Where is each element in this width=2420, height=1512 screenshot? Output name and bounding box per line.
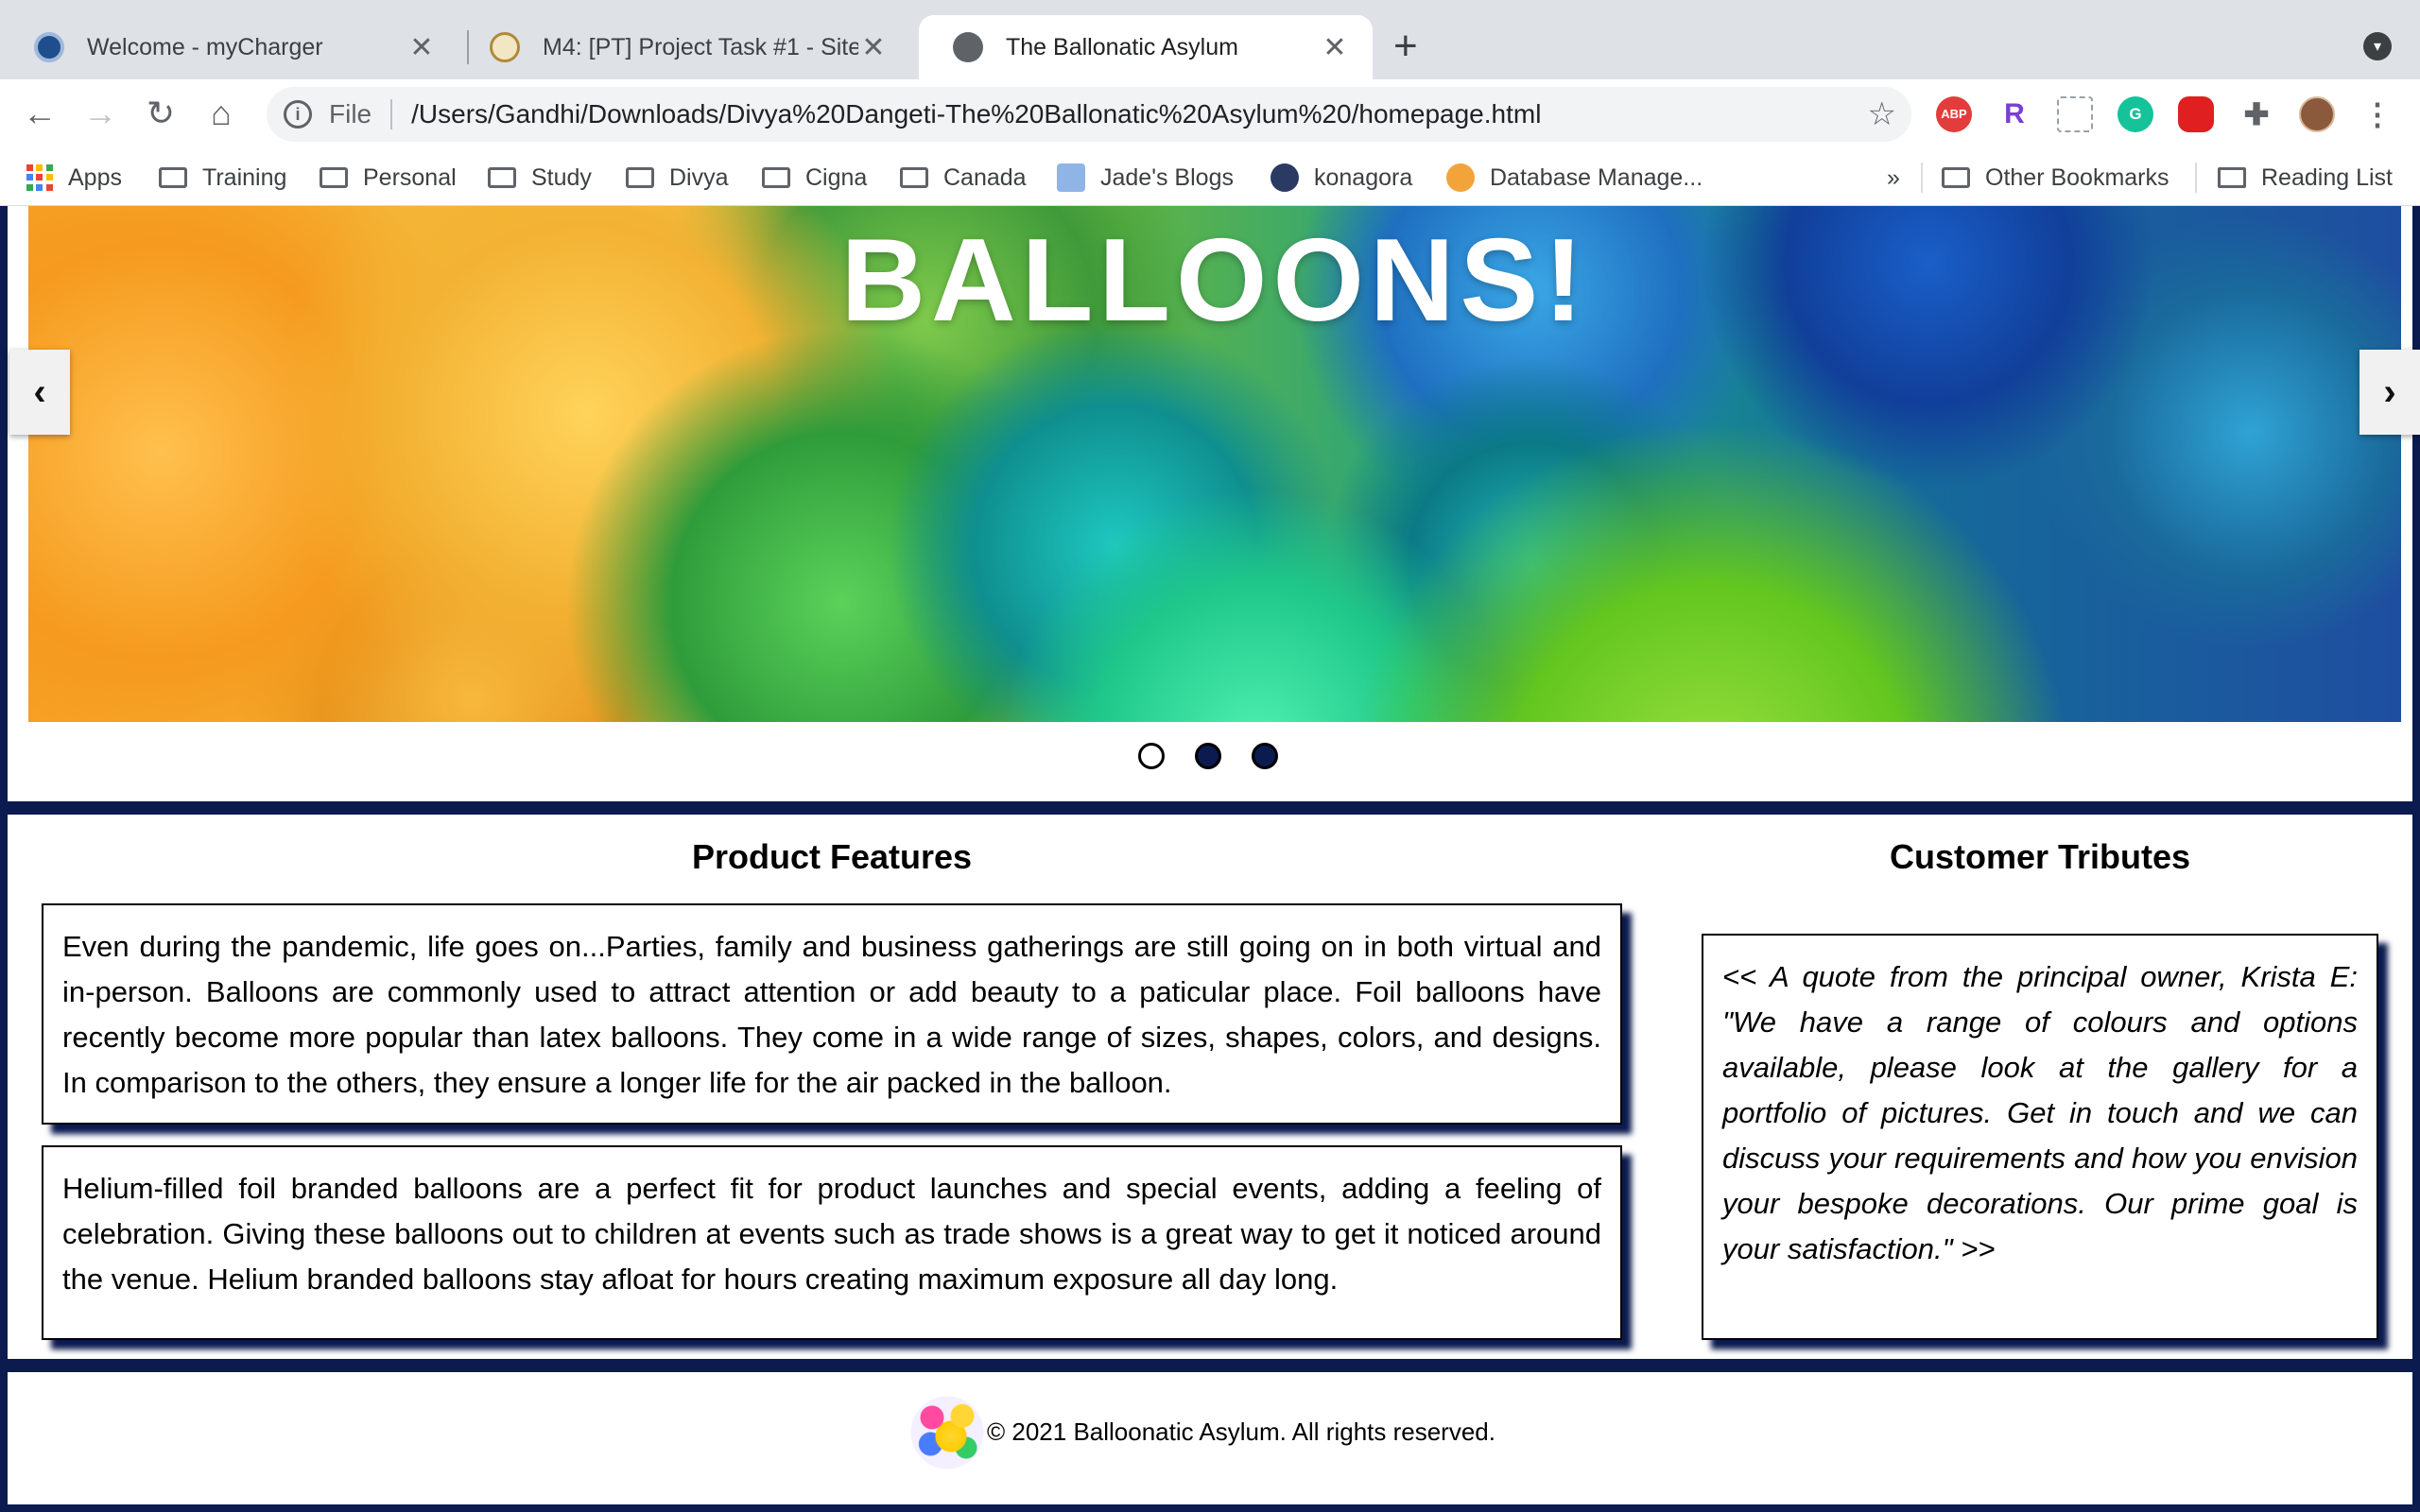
- address-bar[interactable]: i File /Users/Gandhi/Downloads/Divya%20D…: [267, 87, 1911, 142]
- carousel-dot-3[interactable]: [1252, 743, 1278, 769]
- footer-divider: [0, 1359, 2420, 1372]
- bookmark-label: Divya: [669, 163, 729, 191]
- customer-tributes-heading: Customer Tributes: [1889, 837, 2191, 876]
- bookmark-star-icon[interactable]: ☆: [1868, 96, 1896, 132]
- bookmark-label: Canada: [943, 163, 1027, 191]
- folder-icon: [320, 167, 348, 188]
- tab-ballonatic-asylum[interactable]: The Ballonatic Asylum ✕: [919, 15, 1373, 79]
- tab-title: Welcome - myCharger: [87, 33, 323, 60]
- bookmark-jades-blogs[interactable]: Jade's Blogs: [1057, 159, 1234, 197]
- bookmark-konagora[interactable]: konagora: [1270, 159, 1412, 197]
- bookmark-label: Database Manage...: [1490, 163, 1703, 191]
- bookmark-label: Personal: [363, 163, 457, 191]
- bookmark-label: Training: [202, 163, 287, 191]
- carousel-next-button[interactable]: ›: [2360, 350, 2420, 435]
- bookmark-label: Study: [531, 163, 592, 191]
- balloonatic-logo: [909, 1395, 985, 1470]
- bookmarks-divider: [2195, 163, 2197, 193]
- tab-mycharger[interactable]: Welcome - myCharger ✕: [0, 15, 459, 79]
- mycharger-icon: [34, 32, 64, 62]
- bookmark-database-manage[interactable]: Database Manage...: [1446, 159, 1703, 197]
- bookmark-label: Apps: [68, 163, 122, 191]
- carousel-prev-button[interactable]: ‹: [9, 350, 70, 435]
- browser-toolbar: ← → ↻ ⌂ i File /Users/Gandhi/Downloads/D…: [0, 79, 2420, 149]
- reading-list[interactable]: Reading List: [2218, 159, 2393, 197]
- other-bookmarks[interactable]: Other Bookmarks: [1942, 159, 2169, 197]
- close-tab-icon[interactable]: ✕: [1320, 31, 1350, 64]
- bookmark-apps[interactable]: Apps: [26, 159, 122, 197]
- page-border-left: [0, 206, 8, 1512]
- feature-paragraph: Helium-filled foil branded balloons are …: [62, 1172, 1601, 1296]
- browser-menu-icon[interactable]: ⋮: [2360, 96, 2395, 132]
- back-icon[interactable]: ←: [19, 93, 60, 134]
- bookmark-canada[interactable]: Canada: [900, 159, 1027, 197]
- tribute-quote: << A quote from the principal owner, Kri…: [1722, 960, 2358, 1265]
- forward-icon[interactable]: →: [79, 93, 121, 134]
- screenshot-extension-icon[interactable]: [2057, 96, 2093, 132]
- bookmarks-bar: Apps Training Personal Study Divya Cigna…: [0, 149, 2420, 206]
- globe-icon: [953, 32, 983, 62]
- extensions-puzzle-icon[interactable]: ✚: [2238, 96, 2274, 132]
- reading-list-icon: [2218, 167, 2246, 188]
- reload-icon[interactable]: ↻: [140, 93, 182, 134]
- carousel-dot-2[interactable]: [1195, 743, 1221, 769]
- close-tab-icon[interactable]: ✕: [406, 31, 437, 64]
- tab-strip: Welcome - myCharger ✕ M4: [PT] Project T…: [0, 0, 2420, 79]
- page-border-bottom: [0, 1504, 2420, 1512]
- bookmark-label: Jade's Blogs: [1100, 163, 1234, 191]
- section-divider: [0, 801, 2420, 815]
- tab-title: The Ballonatic Asylum: [1006, 33, 1238, 60]
- bookmark-label: Cigna: [805, 163, 868, 191]
- carousel-indicators: [1138, 743, 1278, 769]
- stop-icon[interactable]: [2178, 96, 2214, 132]
- konagora-icon: [1270, 163, 1299, 192]
- close-tab-icon[interactable]: ✕: [858, 31, 889, 64]
- blog-icon: [1057, 163, 1085, 192]
- feature-card: Even during the pandemic, life goes on..…: [42, 903, 1622, 1125]
- bookmark-divya[interactable]: Divya: [626, 159, 729, 197]
- bookmark-cigna[interactable]: Cigna: [762, 159, 867, 197]
- site-info-icon[interactable]: i: [284, 100, 312, 129]
- folder-icon: [1942, 167, 1970, 188]
- apps-icon: [26, 164, 53, 191]
- folder-icon: [488, 167, 516, 188]
- address-divider: [390, 99, 393, 129]
- folder-icon: [159, 167, 187, 188]
- folder-icon: [626, 167, 654, 188]
- hero-title: BALLOONS!: [840, 215, 1589, 346]
- home-icon[interactable]: ⌂: [200, 93, 242, 134]
- new-tab-icon[interactable]: +: [1393, 25, 1418, 68]
- tab-search-icon[interactable]: ▾: [2363, 32, 2392, 60]
- url-text[interactable]: /Users/Gandhi/Downloads/Divya%20Dangeti-…: [411, 99, 1541, 129]
- course-icon: [490, 32, 520, 62]
- scheme-label: File: [329, 99, 372, 129]
- readwise-icon[interactable]: R: [1996, 96, 2032, 132]
- tab-project-task[interactable]: M4: [PT] Project Task #1 - Site ✕: [471, 15, 911, 79]
- bookmark-label: konagora: [1314, 163, 1413, 191]
- bookmark-training[interactable]: Training: [159, 159, 286, 197]
- feature-paragraph: Even during the pandemic, life goes on..…: [62, 930, 1601, 1099]
- tab-title: M4: [PT] Project Task #1 - Site: [543, 33, 858, 60]
- bookmarks-overflow-chevron[interactable]: »: [1887, 159, 1900, 197]
- carousel-dot-1[interactable]: [1138, 743, 1165, 769]
- hero-carousel-slide: BALLOONS!: [28, 206, 2401, 722]
- profile-avatar[interactable]: [2299, 96, 2335, 132]
- grammarly-icon[interactable]: G: [2118, 96, 2153, 132]
- folder-icon: [762, 167, 790, 188]
- database-icon: [1446, 163, 1475, 192]
- tab-divider: [467, 30, 469, 64]
- bookmark-study[interactable]: Study: [488, 159, 592, 197]
- bookmarks-divider: [1921, 163, 1923, 193]
- tribute-card: << A quote from the principal owner, Kri…: [1702, 934, 2378, 1340]
- bookmark-label: Reading List: [2261, 163, 2393, 191]
- feature-card: Helium-filled foil branded balloons are …: [42, 1145, 1622, 1340]
- bookmark-personal[interactable]: Personal: [320, 159, 457, 197]
- copyright-text: © 2021 Balloonatic Asylum. All rights re…: [987, 1418, 1495, 1446]
- product-features-heading: Product Features: [691, 837, 973, 876]
- folder-icon: [900, 167, 928, 188]
- bookmark-label: Other Bookmarks: [1985, 163, 2169, 191]
- adblock-plus-icon[interactable]: ABP: [1936, 96, 1972, 132]
- page-viewport: BALLOONS! ‹ › Product Features Customer …: [0, 206, 2420, 1512]
